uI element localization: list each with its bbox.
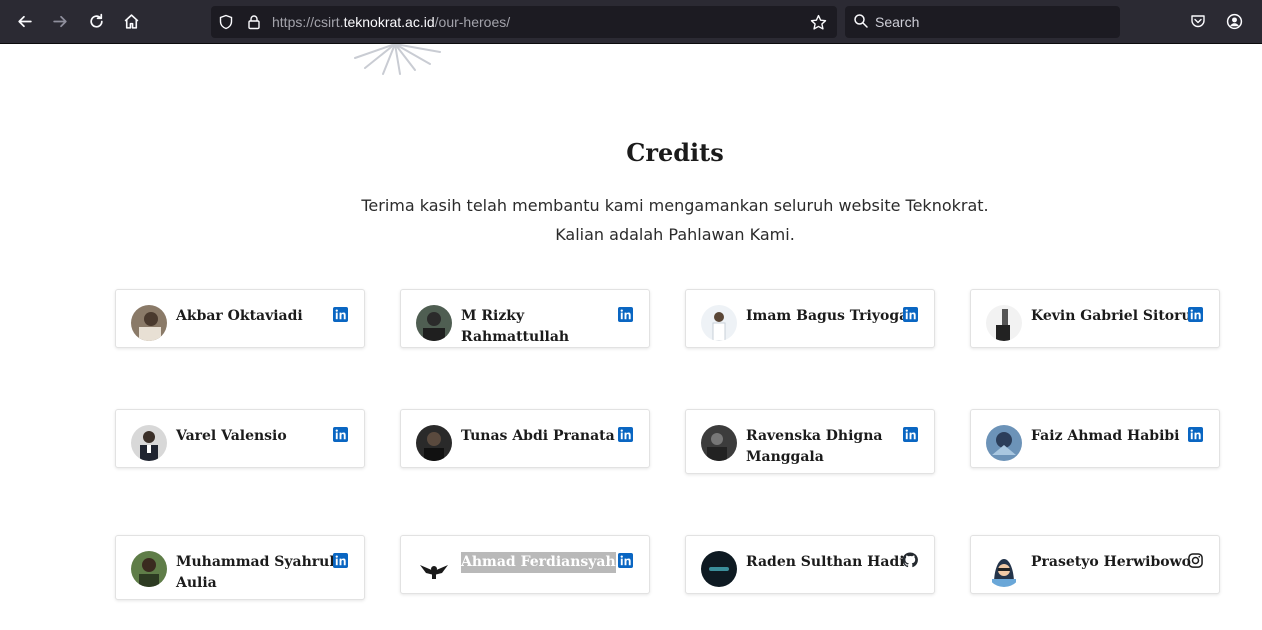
- search-icon: [853, 13, 871, 31]
- hero-card: Faiz Ahmad Habibi: [970, 409, 1220, 468]
- hero-name: Kevin Gabriel Sitorus: [1031, 308, 1200, 324]
- account-button[interactable]: [1219, 6, 1249, 36]
- linkedin-icon[interactable]: [332, 426, 348, 442]
- hero-name: Varel Valensio: [176, 428, 287, 444]
- account-icon: [1226, 13, 1242, 29]
- avatar: [701, 551, 737, 587]
- forward-button[interactable]: [45, 6, 75, 36]
- pocket-icon: [1191, 15, 1205, 28]
- search-bar[interactable]: Search: [845, 6, 1120, 38]
- hero-name: Tunas Abdi Pranata: [461, 428, 615, 444]
- back-arrow-icon: [17, 15, 32, 27]
- search-placeholder: Search: [875, 14, 920, 30]
- linkedin-icon[interactable]: [332, 552, 348, 568]
- reload-button[interactable]: [81, 6, 111, 36]
- url-path: /our-heroes/: [434, 14, 511, 30]
- hero-name: Imam Bagus Triyoga: [746, 308, 909, 324]
- hero-name: M Rizky Rahmattullah: [461, 308, 570, 345]
- avatar: [131, 305, 167, 341]
- url-host: teknokrat.ac.id: [343, 14, 435, 30]
- linkedin-icon[interactable]: [617, 426, 633, 442]
- linkedin-icon[interactable]: [902, 426, 918, 442]
- avatar: [986, 425, 1022, 461]
- url-prefix: https://csirt.: [272, 14, 344, 30]
- page-title: Credits: [626, 138, 724, 167]
- avatar: [131, 425, 167, 461]
- hero-name: Ahmad Ferdiansyah: [461, 552, 616, 573]
- hero-card: Varel Valensio: [115, 409, 365, 468]
- hero-card: Akbar Oktaviadi: [115, 289, 365, 348]
- hero-name: Muhammad Syahrul Aulia: [176, 554, 335, 591]
- pocket-button[interactable]: [1183, 6, 1213, 36]
- url-text[interactable]: https://csirt.teknokrat.ac.id/our-heroes…: [272, 14, 510, 30]
- linkedin-icon[interactable]: [617, 552, 633, 568]
- hero-card: Kevin Gabriel Sitorus: [970, 289, 1220, 348]
- hero-card: Ravenska Dhigna Manggala: [685, 409, 935, 474]
- hero-card: Prasetyo Herwibowo: [970, 535, 1220, 594]
- hero-name: Akbar Oktaviadi: [176, 308, 303, 324]
- bookmark-star-icon[interactable]: [809, 13, 827, 31]
- avatar: [701, 425, 737, 461]
- linkedin-icon[interactable]: [1187, 306, 1203, 322]
- shield-icon[interactable]: [217, 13, 235, 31]
- browser-toolbar: https://csirt.teknokrat.ac.id/our-heroes…: [0, 0, 1262, 44]
- forward-arrow-icon: [52, 15, 67, 27]
- linkedin-icon[interactable]: [1187, 426, 1203, 442]
- hero-card: M Rizky Rahmattullah: [400, 289, 650, 348]
- avatar: [701, 305, 737, 341]
- linkedin-icon[interactable]: [902, 306, 918, 322]
- github-icon[interactable]: [902, 552, 918, 568]
- hero-name: Faiz Ahmad Habibi: [1031, 428, 1180, 444]
- avatar: [416, 551, 452, 587]
- home-button[interactable]: [116, 6, 146, 36]
- hero-card: Imam Bagus Triyoga: [685, 289, 935, 348]
- lock-icon[interactable]: [245, 13, 263, 31]
- avatar: [416, 305, 452, 341]
- page-subtitle-line2: Kalian adalah Pahlawan Kami.: [555, 225, 795, 244]
- hero-name: Ravenska Dhigna Manggala: [746, 428, 883, 465]
- decorative-burst: [345, 44, 455, 78]
- instagram-icon[interactable]: [1187, 552, 1203, 568]
- avatar: [416, 425, 452, 461]
- hero-card: Ahmad Ferdiansyah: [400, 535, 650, 594]
- linkedin-icon[interactable]: [617, 306, 633, 322]
- avatar: [986, 551, 1022, 587]
- url-bar[interactable]: https://csirt.teknokrat.ac.id/our-heroes…: [211, 6, 837, 38]
- avatar: [131, 551, 167, 587]
- hero-card: Raden Sulthan Hadi: [685, 535, 935, 594]
- reload-icon: [89, 13, 103, 28]
- hero-name: Raden Sulthan Hadi: [746, 554, 905, 570]
- avatar: [986, 305, 1022, 341]
- hero-name: Prasetyo Herwibowo: [1031, 554, 1191, 570]
- back-button[interactable]: [9, 6, 39, 36]
- hero-card: Muhammad Syahrul Aulia: [115, 535, 365, 600]
- page-subtitle-line1: Terima kasih telah membantu kami mengama…: [361, 196, 989, 215]
- hero-card: Tunas Abdi Pranata: [400, 409, 650, 468]
- home-icon: [124, 13, 138, 29]
- linkedin-icon[interactable]: [332, 306, 348, 322]
